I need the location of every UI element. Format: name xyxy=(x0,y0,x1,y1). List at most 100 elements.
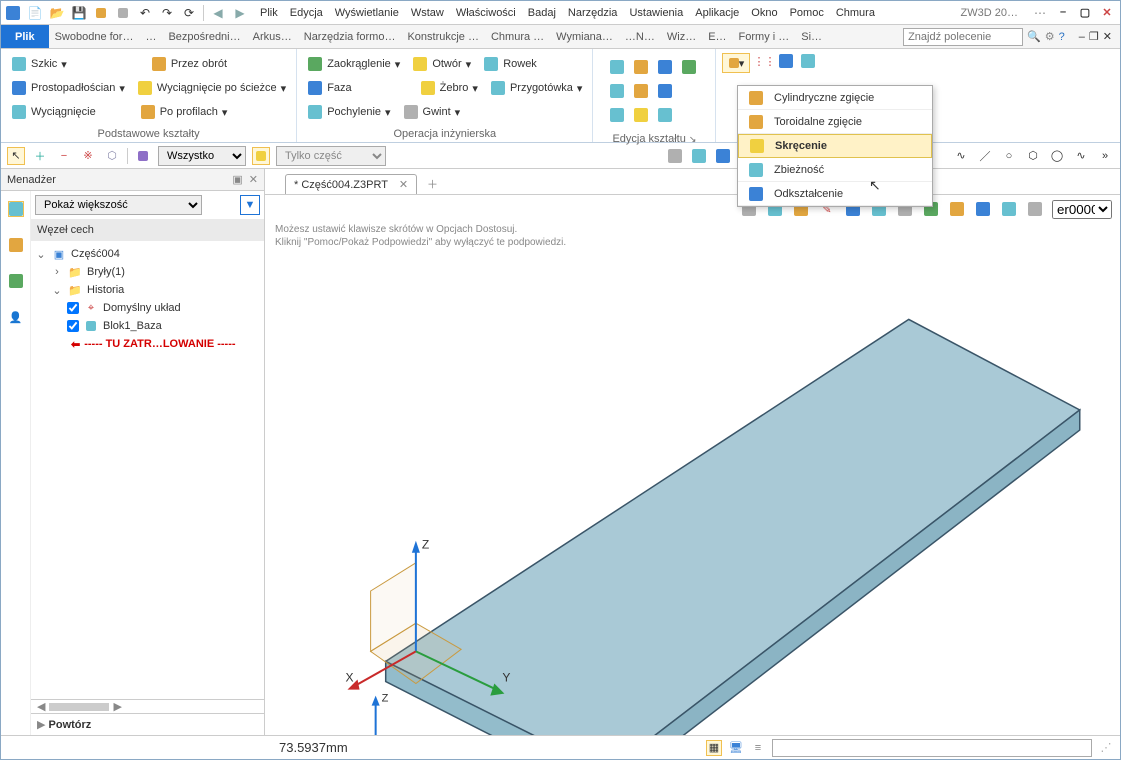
button-pochylenie[interactable]: Pochylenie▾ xyxy=(307,104,390,120)
button-po-profilach[interactable]: Po profilach▾ xyxy=(140,104,228,120)
ribbon-tab[interactable]: Bezpośredni… xyxy=(162,29,246,45)
gear-icon[interactable]: ⚙ xyxy=(1045,30,1055,43)
edit-icon-10[interactable] xyxy=(655,105,675,125)
edit-icon-4[interactable] xyxy=(679,57,699,77)
panel-close-icon[interactable]: ✕ xyxy=(249,173,258,186)
edit-icon-3[interactable] xyxy=(655,57,675,77)
status-icon-1[interactable]: ▦ xyxy=(706,740,722,756)
help-icon[interactable]: ? xyxy=(1059,31,1065,43)
ribbon-tab[interactable]: Formy i … xyxy=(733,29,796,45)
vtool-10[interactable] xyxy=(974,200,992,218)
menu-wstaw[interactable]: Wstaw xyxy=(405,5,450,21)
button-faza[interactable]: Faza xyxy=(307,80,351,96)
csys-checkbox[interactable] xyxy=(67,302,79,314)
qicon-15[interactable]: ◯ xyxy=(1048,147,1066,165)
menu-pomoc[interactable]: Pomoc xyxy=(784,5,830,21)
filter-combo[interactable]: Pokaż większość xyxy=(35,195,202,215)
ribbon-tab[interactable]: … xyxy=(139,29,162,45)
minimize-button[interactable]: – xyxy=(1054,6,1072,19)
plus-icon[interactable]: ＋ xyxy=(31,147,49,165)
status-input[interactable] xyxy=(772,739,1092,757)
filter-icon[interactable]: ▼ xyxy=(240,195,260,215)
refresh-icon[interactable]: ⟳ xyxy=(181,5,197,21)
tree-node-solids[interactable]: 📁Bryły(1) xyxy=(31,263,264,281)
document-tab-close-icon[interactable]: ✕ xyxy=(399,179,408,191)
tree-node-block[interactable]: Blok1_Baza xyxy=(31,317,264,335)
qicon-3[interactable] xyxy=(714,147,732,165)
part-filter-icon[interactable] xyxy=(252,147,270,165)
button-zebro[interactable]: Żebro▾ xyxy=(420,80,478,96)
pattern-icon[interactable] xyxy=(800,53,816,69)
hexagon-icon[interactable]: ⬡ xyxy=(103,147,121,165)
button-rowek[interactable]: Rowek xyxy=(483,56,537,72)
qicon-13[interactable]: ○ xyxy=(1000,147,1018,165)
save-all-icon[interactable] xyxy=(93,5,109,21)
qicon-12[interactable]: ／ xyxy=(976,147,994,165)
menu-chmura[interactable]: Chmura xyxy=(830,5,881,21)
view3-icon[interactable] xyxy=(8,273,24,289)
status-icon-3[interactable]: ≡ xyxy=(750,740,766,756)
menu-narzędzia[interactable]: Narzędzia xyxy=(562,5,624,21)
save-icon[interactable]: 💾 xyxy=(71,5,87,21)
tree-node-root[interactable]: ▣Część004 xyxy=(31,245,264,263)
button-gwint[interactable]: Gwint▾ xyxy=(403,104,461,120)
dropdown-item[interactable]: Cylindryczne zgięcie xyxy=(738,86,932,110)
ribbon-tab[interactable]: Konstrukcje … xyxy=(401,29,485,45)
close-button[interactable]: ✕ xyxy=(1098,6,1116,19)
ribbon-tab[interactable]: Wiz… xyxy=(661,29,702,45)
button-przez-obrot[interactable]: Przez obrót xyxy=(151,56,227,72)
menu-edycja[interactable]: Edycja xyxy=(284,5,329,21)
new-file-icon[interactable]: 📄 xyxy=(27,5,43,21)
button-wyciagniecie-po-sciezce[interactable]: Wyciągnięcie po ścieżce▾ xyxy=(137,80,286,96)
minus-icon[interactable]: − xyxy=(55,147,73,165)
edit-icon-2[interactable] xyxy=(631,57,651,77)
part-filter-combo[interactable]: Tylko część xyxy=(276,146,386,166)
redo-icon[interactable]: ↷ xyxy=(159,5,175,21)
menu-właściwości[interactable]: Właściwości xyxy=(450,5,522,21)
select-icon[interactable]: ↖ xyxy=(7,147,25,165)
dropdown-item[interactable]: Zbieżność xyxy=(738,158,932,182)
vtool-12[interactable] xyxy=(1026,200,1044,218)
options-icon[interactable]: ⋯ xyxy=(1032,5,1048,21)
open-folder-icon[interactable]: 📂 xyxy=(49,5,65,21)
print-icon[interactable] xyxy=(115,5,131,21)
window-close-button[interactable]: ✕ xyxy=(1103,30,1112,43)
layer-select[interactable]: er0000 xyxy=(1052,200,1112,219)
user-icon[interactable]: 👤 xyxy=(8,309,24,325)
menu-ustawienia[interactable]: Ustawienia xyxy=(623,5,689,21)
search-icon[interactable]: 🔍 xyxy=(1027,30,1041,43)
ribbon-tab[interactable]: Arkus… xyxy=(247,29,298,45)
history-view-icon[interactable] xyxy=(8,201,24,217)
ribbon-tab[interactable]: Chmura … xyxy=(485,29,550,45)
button-otwor[interactable]: Otwór▾ xyxy=(412,56,471,72)
document-tab[interactable]: * Część004.Z3PRT ✕ xyxy=(285,174,417,194)
qicon-14[interactable]: ⬡ xyxy=(1024,147,1042,165)
tree-node-default-csys[interactable]: ⌖Domyślny układ xyxy=(31,299,264,317)
mirror-icon[interactable] xyxy=(778,53,794,69)
dropdown-item[interactable]: Skręcenie xyxy=(738,134,932,158)
edit-icon-5[interactable] xyxy=(607,81,627,101)
menu-wyświetlanie[interactable]: Wyświetlanie xyxy=(329,5,405,21)
ribbon-tab[interactable]: Narzędzia formo… xyxy=(298,29,402,45)
feature-tree[interactable]: ▣Część004 📁Bryły(1) 📁Historia ⌖Domyślny … xyxy=(31,241,264,699)
ribbon-tab[interactable]: Wymiana… xyxy=(550,29,619,45)
menu-plik[interactable]: Plik xyxy=(254,5,284,21)
ribbon-tab[interactable]: Si… xyxy=(795,29,828,45)
3d-canvas[interactable]: Z X Y Z X Y xyxy=(265,249,1120,735)
edit-icon-6[interactable] xyxy=(631,81,651,101)
search-input[interactable] xyxy=(903,28,1023,46)
maximize-button[interactable]: ▢ xyxy=(1076,6,1094,19)
window-restore-button[interactable]: ❐ xyxy=(1089,30,1099,43)
selection-filter-combo[interactable]: Wszystko xyxy=(158,146,246,166)
nav-left-icon[interactable]: ◀ xyxy=(210,5,226,21)
window-minimize-button[interactable]: – xyxy=(1079,31,1085,43)
button-wyciagniecie[interactable]: Wyciągnięcie xyxy=(11,104,96,120)
vtool-11[interactable] xyxy=(1000,200,1018,218)
menu-badaj[interactable]: Badaj xyxy=(522,5,562,21)
edit-icon-8[interactable] xyxy=(607,105,627,125)
qicon-11[interactable]: ∿ xyxy=(952,147,970,165)
edit-icon-9[interactable] xyxy=(631,105,651,125)
qicon-2[interactable] xyxy=(690,147,708,165)
grid-icon[interactable]: ⋮⋮ xyxy=(756,53,772,69)
menu-aplikacje[interactable]: Aplikacje xyxy=(689,5,745,21)
